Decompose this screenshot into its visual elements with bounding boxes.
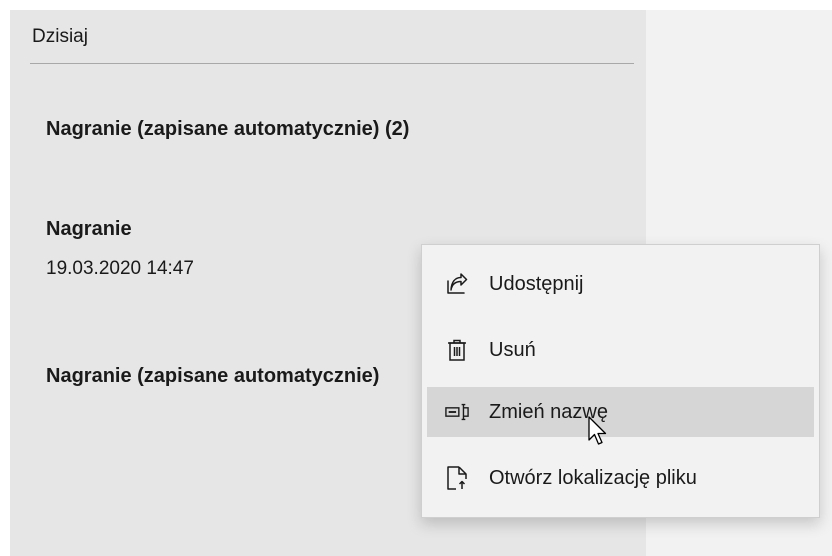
section-divider — [30, 63, 634, 64]
context-menu: Udostępnij Usuń Zmień nazwę Otwórz lokal… — [421, 244, 820, 518]
menu-item-open-file-location[interactable]: Otwórz lokalizację pliku — [427, 453, 814, 503]
open-file-location-icon — [445, 466, 469, 490]
menu-item-label: Otwórz lokalizację pliku — [489, 466, 697, 489]
recording-title: Nagranie (zapisane automatycznie) (2) — [46, 118, 410, 140]
recording-title: Nagranie — [46, 218, 132, 240]
mouse-pointer-icon — [588, 416, 610, 448]
recording-date: 19.03.2020 14:47 — [46, 258, 194, 279]
menu-item-share[interactable]: Udostępnij — [427, 259, 814, 309]
section-header-today: Dzisiaj — [32, 26, 88, 47]
app-window: Dzisiaj Nagranie (zapisane automatycznie… — [0, 0, 832, 556]
menu-item-label: Udostępnij — [489, 272, 584, 295]
menu-item-label: Usuń — [489, 338, 536, 361]
menu-item-delete[interactable]: Usuń — [427, 325, 814, 375]
recording-title: Nagranie (zapisane automatycznie) — [46, 365, 380, 387]
trash-icon — [445, 338, 469, 362]
share-icon — [445, 272, 469, 296]
rename-icon — [445, 400, 469, 424]
recording-item[interactable]: Nagranie (zapisane automatycznie) — [46, 365, 424, 388]
menu-item-rename[interactable]: Zmień nazwę — [427, 387, 814, 437]
